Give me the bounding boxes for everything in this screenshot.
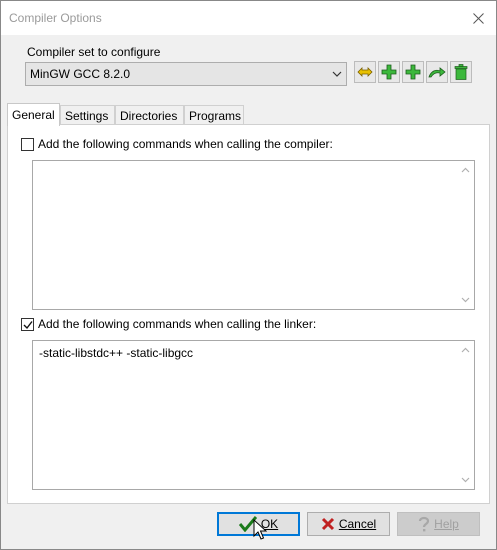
scroll-down-icon[interactable] [461,296,470,303]
linker-commands-checkbox[interactable] [21,317,34,331]
compiler-set-select[interactable]: MinGW GCC 8.2.0 [25,62,347,86]
linker-commands-label: Add the following commands when calling … [38,317,317,331]
tab-programs[interactable]: Programs [184,105,244,125]
add-copy-icon [405,64,421,80]
window-title: Compiler Options [9,11,102,25]
rename-compiler-set-button[interactable] [354,61,376,83]
compiler-set-value: MinGW GCC 8.2.0 [30,67,131,81]
mouse-cursor-icon [253,519,267,540]
scroll-up-icon[interactable] [461,347,470,354]
close-icon [472,12,484,24]
rename-icon [357,67,373,77]
compiler-options-dialog: Compiler Options Compiler set to configu… [0,0,497,550]
add-compiler-set-copy-button[interactable] [402,61,424,83]
compiler-set-label: Compiler set to configure [27,45,161,59]
help-button-label: Help [434,517,459,531]
checkmark-icon [23,320,33,329]
compiler-commands-checkbox-row[interactable]: Add the following commands when calling … [21,136,333,152]
chevron-down-icon [332,71,342,77]
tab-settings-label: Settings [65,109,109,123]
tab-general[interactable]: General [7,103,60,126]
linker-commands-scrollbar[interactable] [457,341,474,489]
linker-commands-checkbox-row[interactable]: Add the following commands when calling … [21,316,316,332]
cancel-button-label: Cancel [338,517,377,531]
close-button[interactable] [464,5,492,31]
help-button[interactable]: Help [397,512,480,536]
add-compiler-set-button[interactable] [378,61,400,83]
linker-commands-textarea[interactable]: -static-libstdc++ -static-libgcc [32,340,475,490]
help-icon [418,516,430,532]
find-compiler-sets-button[interactable] [426,61,448,83]
delete-compiler-set-button[interactable] [450,61,472,83]
tab-directories-label: Directories [120,109,178,123]
redo-icon [428,67,446,78]
tab-programs-label: Programs [189,109,242,123]
compiler-commands-checkbox[interactable] [21,137,34,151]
add-icon [381,64,397,80]
tab-settings[interactable]: Settings [60,105,115,125]
linker-commands-text: -static-libstdc++ -static-libgcc [39,346,194,360]
scroll-down-icon[interactable] [461,476,470,483]
cancel-button[interactable]: Cancel [307,512,390,536]
title-bar: Compiler Options [1,1,496,35]
compiler-commands-textarea[interactable] [32,160,475,310]
scroll-up-icon[interactable] [461,167,470,174]
compiler-commands-label: Add the following commands when calling … [38,137,333,151]
tab-general-label: General [12,108,55,122]
compiler-commands-scrollbar[interactable] [457,161,474,309]
tab-directories[interactable]: Directories [115,105,184,125]
cancel-x-icon [321,517,335,531]
general-tab-panel: Add the following commands when calling … [7,124,490,504]
trash-icon [454,64,468,80]
